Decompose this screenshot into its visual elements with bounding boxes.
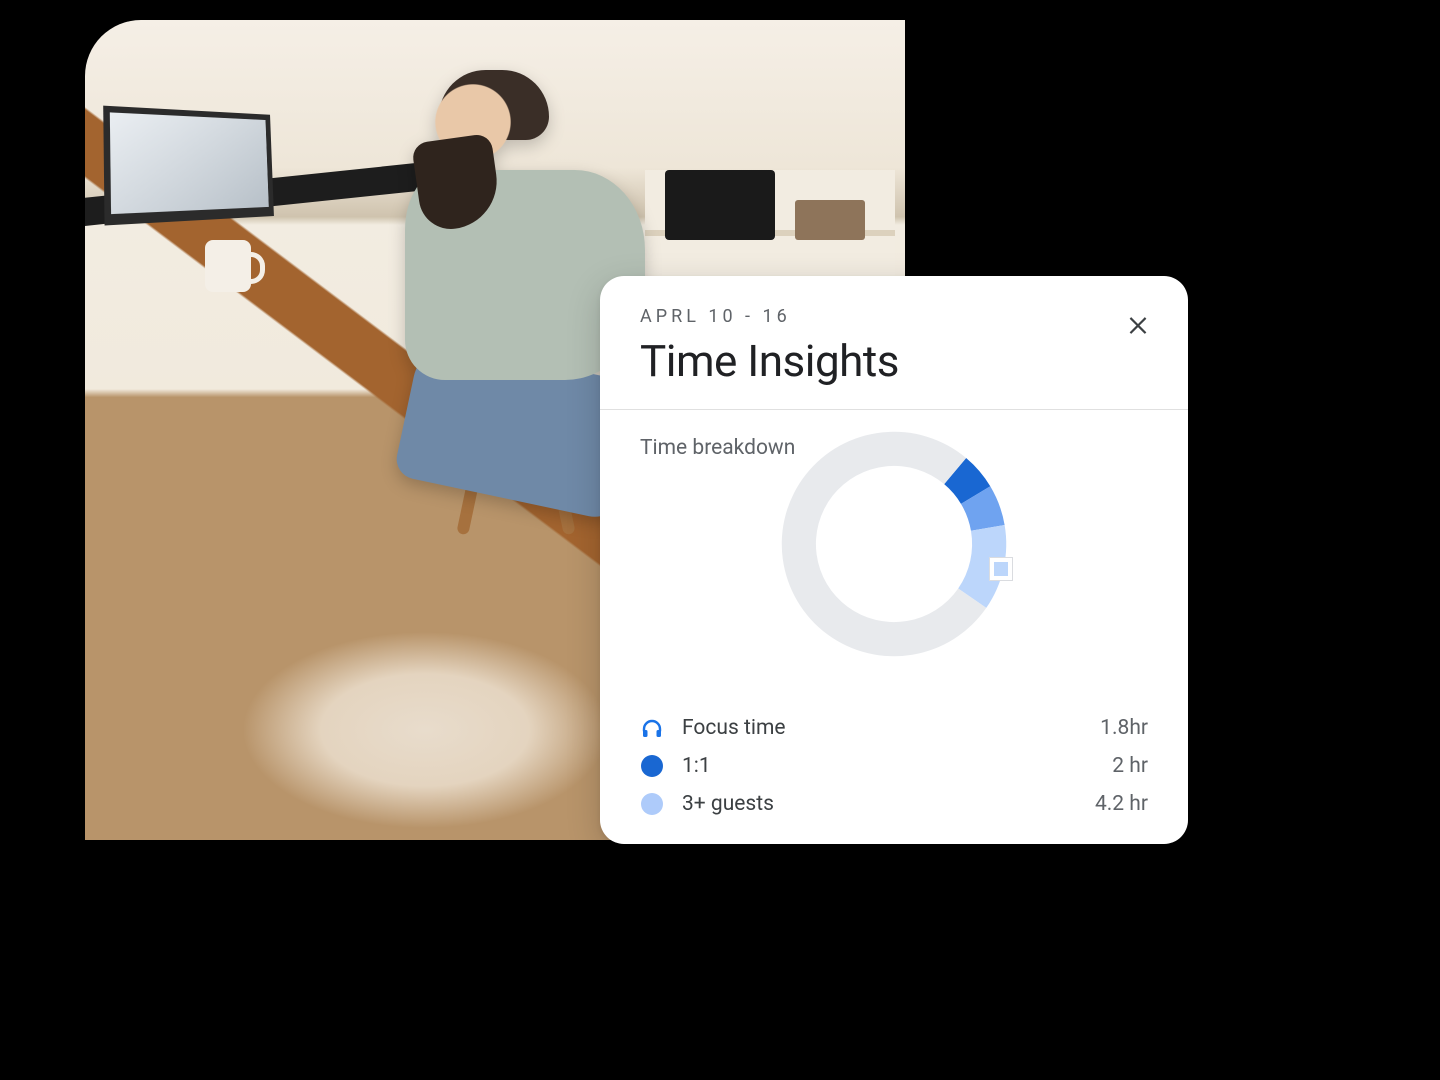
- donut-slice-highlight: [990, 558, 1012, 580]
- legend-row-one-on-one[interactable]: 1:1 2 hr: [640, 754, 1148, 778]
- legend-label: 3+ guests: [682, 792, 1077, 816]
- headphones-icon: [640, 716, 664, 740]
- photo-laptop: [103, 106, 274, 226]
- dot-icon: [640, 754, 664, 778]
- photo-mug: [205, 240, 251, 292]
- close-button[interactable]: [1118, 304, 1158, 344]
- time-insights-card: APRL 10 - 16 Time Insights Time breakdow…: [600, 276, 1188, 844]
- dot-icon: [640, 792, 664, 816]
- legend-dot: [641, 755, 663, 777]
- card-body: Time breakdown Focus time 1.8hr: [600, 410, 1188, 816]
- stage: APRL 10 - 16 Time Insights Time breakdow…: [0, 0, 1440, 1080]
- close-icon: [1125, 311, 1151, 337]
- legend-row-focus-time[interactable]: Focus time 1.8hr: [640, 716, 1148, 740]
- legend-label: 1:1: [682, 754, 1094, 778]
- legend-value: 2 hr: [1112, 754, 1148, 778]
- date-range: APRL 10 - 16: [640, 306, 1148, 327]
- card-title: Time Insights: [640, 335, 1148, 387]
- legend-value: 1.8hr: [1100, 716, 1148, 740]
- legend-dot: [641, 793, 663, 815]
- legend: Focus time 1.8hr 1:1 2 hr 3+ guests 4.2 …: [640, 716, 1148, 816]
- card-header: APRL 10 - 16 Time Insights: [600, 276, 1188, 409]
- legend-label: Focus time: [682, 716, 1082, 740]
- time-breakdown-donut: [772, 422, 1016, 666]
- legend-value: 4.2 hr: [1095, 792, 1148, 816]
- legend-row-three-plus-guests[interactable]: 3+ guests 4.2 hr: [640, 792, 1148, 816]
